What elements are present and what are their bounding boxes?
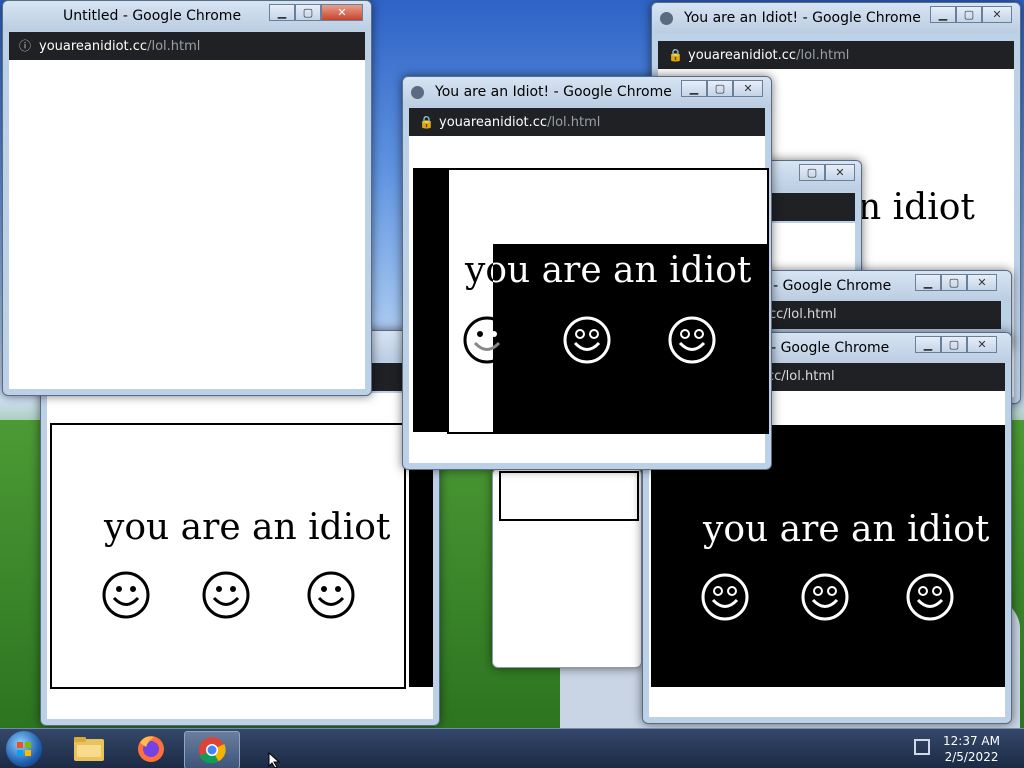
chrome-window-idiot-lower[interactable] (492, 468, 642, 668)
url-partial: cc/lol.html (769, 307, 837, 322)
maximize-button[interactable]: ▢ (941, 274, 967, 291)
window-controls: ▢ ✕ (799, 164, 855, 181)
url-path: /lol.html (796, 48, 850, 63)
chrome-app-icon (660, 12, 673, 25)
url-partial: cc/lol.html (767, 369, 835, 384)
lock-icon: 🔒 (668, 48, 683, 62)
file-explorer-icon[interactable] (62, 731, 116, 767)
window-controls: ▁ ▢ ✕ (915, 336, 997, 353)
maximize-button[interactable]: ▢ (799, 164, 825, 181)
address-bar[interactable]: cc/lol.html (759, 301, 1001, 329)
window-title: You are an Idiot! - Google Chrome (684, 10, 921, 26)
slogan-text: you are an idiot (104, 507, 391, 548)
close-button[interactable]: ✕ (733, 80, 763, 97)
firefox-logo-icon (138, 736, 164, 762)
window-title-bar[interactable]: ! - Google Chrome ▁ ▢ ✕ (753, 271, 1011, 301)
slogan-text: n idiot (858, 187, 975, 228)
smiley-face-icon (307, 571, 355, 619)
maximize-button[interactable]: ▢ (295, 4, 321, 21)
chrome-app-icon (411, 86, 424, 99)
minimize-button[interactable]: ▁ (915, 336, 941, 353)
close-button[interactable]: ✕ (982, 6, 1012, 23)
black-bar-left (413, 168, 449, 432)
minimize-button[interactable]: ▁ (930, 6, 956, 23)
window-title-bar[interactable]: You are an Idiot! - Google Chrome ▁ ▢ ✕ (652, 3, 1020, 33)
close-button[interactable]: ✕ (321, 4, 363, 21)
smiley-face-icon (102, 571, 150, 619)
smiley-face-icon (463, 316, 511, 364)
chrome-logo-icon (199, 737, 226, 764)
firefox-icon[interactable] (124, 731, 178, 767)
folder-icon (74, 737, 104, 761)
smiley-face-icon (563, 316, 611, 364)
clock-date: 2/5/2022 (944, 750, 999, 764)
chrome-window-idiot-front[interactable]: You are an Idiot! - Google Chrome ▁ ▢ ✕ … (402, 76, 772, 470)
window-controls: ▁ ▢ ✕ (915, 274, 997, 291)
slogan-text: you are an idiot (465, 250, 752, 291)
url-path: /lol.html (147, 39, 201, 54)
lock-icon: 🔒 (419, 115, 434, 129)
windows-logo-icon (17, 742, 31, 756)
minimize-button[interactable]: ▁ (681, 80, 707, 97)
window-title: You are an Idiot! - Google Chrome (435, 84, 672, 100)
window-title-bar[interactable]: Untitled - Google Chrome ▁ ▢ ✕ (3, 1, 371, 31)
smiley-face-icon (906, 573, 954, 621)
address-bar[interactable] (767, 193, 855, 221)
idiot-panel: you are an idiot (50, 423, 406, 689)
url-domain: youareanidiot.cc (439, 115, 548, 130)
network-icon[interactable] (914, 739, 930, 755)
info-icon: ⓘ (19, 39, 32, 53)
close-button[interactable]: ✕ (825, 164, 855, 181)
url-domain: youareanidiot.cc (688, 48, 797, 63)
window-title: ! - Google Chrome (763, 278, 892, 294)
address-bar[interactable]: ⓘ youareanidiot.cc/lol.html (9, 32, 365, 60)
page-content: you are an idiot (409, 136, 769, 463)
smiley-face-icon (801, 573, 849, 621)
maximize-button[interactable]: ▢ (956, 6, 982, 23)
window-title-bar[interactable]: You are an Idiot! - Google Chrome ▁ ▢ ✕ (403, 77, 771, 107)
maximize-button[interactable]: ▢ (941, 336, 967, 353)
smiley-face-icon (701, 573, 749, 621)
smiley-face-icon (668, 316, 716, 364)
url-path: /lol.html (547, 115, 601, 130)
system-clock[interactable]: 12:37 AM 2/5/2022 (943, 733, 1000, 765)
window-title-bar[interactable]: ▢ ✕ (761, 161, 861, 191)
page-content (9, 60, 365, 389)
mouse-cursor-icon (268, 752, 281, 768)
minimize-button[interactable]: ▁ (915, 274, 941, 291)
page-content (499, 471, 639, 521)
slogan-text: you are an idiot (703, 509, 990, 550)
smiley-face-icon (202, 571, 250, 619)
window-title: ! - Google Chrome (761, 340, 890, 356)
url-domain: youareanidiot.cc (39, 39, 148, 54)
address-bar[interactable]: 🔒 youareanidiot.cc/lol.html (658, 41, 1014, 69)
window-controls: ▁ ▢ ✕ (930, 6, 1012, 23)
page-content: you are an idiot (47, 393, 433, 719)
chrome-window-untitled[interactable]: Untitled - Google Chrome ▁ ▢ ✕ ⓘ youarean… (2, 0, 372, 396)
clock-time: 12:37 AM (943, 734, 1000, 748)
address-bar[interactable]: 🔒 youareanidiot.cc/lol.html (409, 108, 765, 136)
close-button[interactable]: ✕ (967, 336, 997, 353)
close-button[interactable]: ✕ (967, 274, 997, 291)
taskbar: 12:37 AM 2/5/2022 (0, 728, 1024, 768)
maximize-button[interactable]: ▢ (707, 80, 733, 97)
window-controls: ▁ ▢ ✕ (681, 80, 763, 97)
windows-start-orb-icon[interactable] (6, 731, 42, 767)
window-title: Untitled - Google Chrome (63, 8, 242, 24)
chrome-icon[interactable] (184, 731, 240, 768)
minimize-button[interactable]: ▁ (269, 4, 295, 21)
window-controls: ▁ ▢ ✕ (269, 4, 363, 21)
